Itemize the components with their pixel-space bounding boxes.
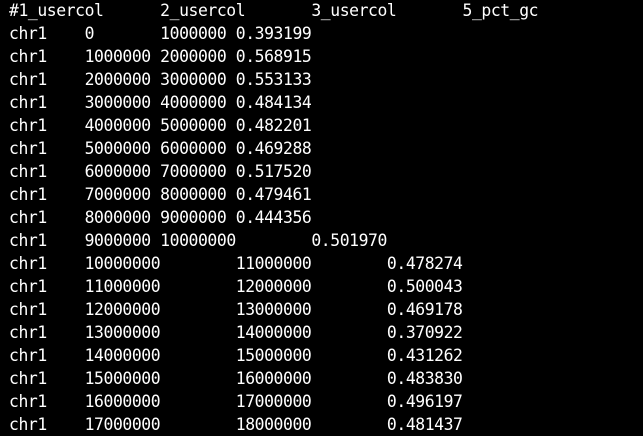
data-row: chr1 16000000 17000000 0.496197 xyxy=(9,392,463,411)
data-row: chr1 10000000 11000000 0.478274 xyxy=(9,254,463,273)
data-row: chr1 8000000 9000000 0.444356 xyxy=(9,208,312,227)
terminal-window[interactable]: #1_usercol 2_usercol 3_usercol 5_pct_gcc… xyxy=(0,0,643,436)
data-row: chr1 13000000 14000000 0.370922 xyxy=(9,323,463,342)
data-row: chr1 14000000 15000000 0.431262 xyxy=(9,346,463,365)
data-row: chr1 11000000 12000000 0.500043 xyxy=(9,277,463,296)
data-row: chr1 17000000 18000000 0.481437 xyxy=(9,415,463,434)
data-row: chr1 7000000 8000000 0.479461 xyxy=(9,185,312,204)
data-row: chr1 4000000 5000000 0.482201 xyxy=(9,116,312,135)
data-row: chr1 1000000 2000000 0.568915 xyxy=(9,47,312,66)
data-row: chr1 9000000 10000000 0.501970 xyxy=(9,231,387,250)
data-row: chr1 12000000 13000000 0.469178 xyxy=(9,300,463,319)
header-row: #1_usercol 2_usercol 3_usercol 5_pct_gc xyxy=(9,1,539,20)
data-row: chr1 3000000 4000000 0.484134 xyxy=(9,93,312,112)
data-row: chr1 5000000 6000000 0.469288 xyxy=(9,139,312,158)
data-row: chr1 0 1000000 0.393199 xyxy=(9,24,312,43)
data-row: chr1 6000000 7000000 0.517520 xyxy=(9,162,312,181)
data-row: chr1 2000000 3000000 0.553133 xyxy=(9,70,312,89)
data-row: chr1 15000000 16000000 0.483830 xyxy=(9,369,463,388)
terminal-output: #1_usercol 2_usercol 3_usercol 5_pct_gcc… xyxy=(9,0,539,436)
